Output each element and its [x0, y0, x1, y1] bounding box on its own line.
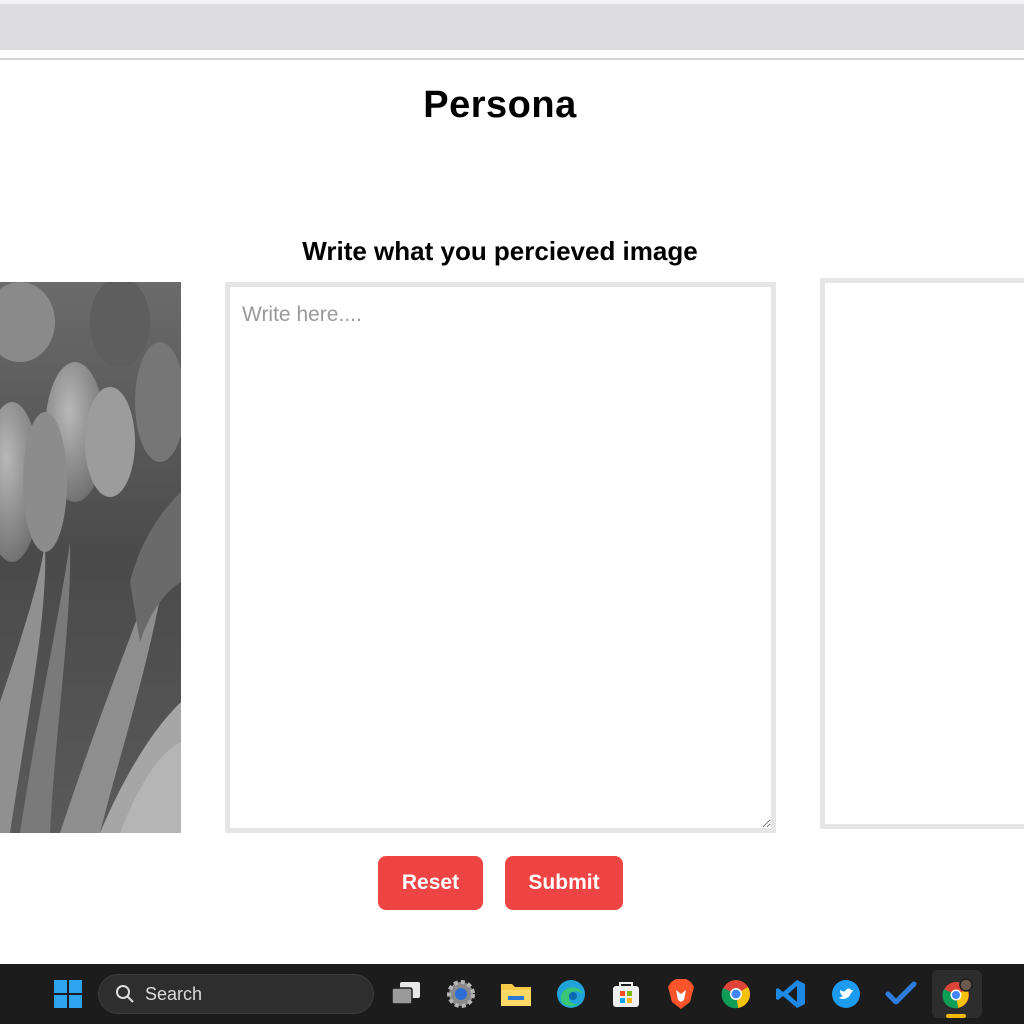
- vscode-icon[interactable]: [773, 964, 809, 1024]
- search-label: Search: [145, 983, 203, 1004]
- section-heading: Write what you percieved image: [302, 236, 698, 266]
- perceived-image: [0, 282, 181, 833]
- browser-tab-bar: [0, 0, 1024, 50]
- output-panel: [820, 278, 1024, 829]
- brave-icon[interactable]: [663, 964, 699, 1024]
- perception-textarea[interactable]: [225, 282, 776, 833]
- twitter-icon[interactable]: [828, 964, 864, 1024]
- file-explorer-icon[interactable]: [498, 964, 534, 1024]
- taskbar-search-box[interactable]: Search: [98, 974, 374, 1014]
- reset-button[interactable]: Reset: [378, 856, 483, 910]
- todo-icon[interactable]: [883, 964, 919, 1024]
- chrome-icon[interactable]: [718, 964, 754, 1024]
- windows-start-icon[interactable]: [50, 964, 86, 1024]
- browser-divider: [0, 58, 1024, 60]
- task-view-icon[interactable]: [388, 964, 424, 1024]
- microsoft-store-icon[interactable]: [608, 964, 644, 1024]
- active-app-indicator: [946, 1014, 966, 1018]
- search-icon: [115, 984, 135, 1004]
- submit-button[interactable]: Submit: [505, 856, 623, 910]
- edge-icon[interactable]: [553, 964, 589, 1024]
- page-title: Persona: [423, 84, 577, 126]
- settings-icon[interactable]: [443, 964, 479, 1024]
